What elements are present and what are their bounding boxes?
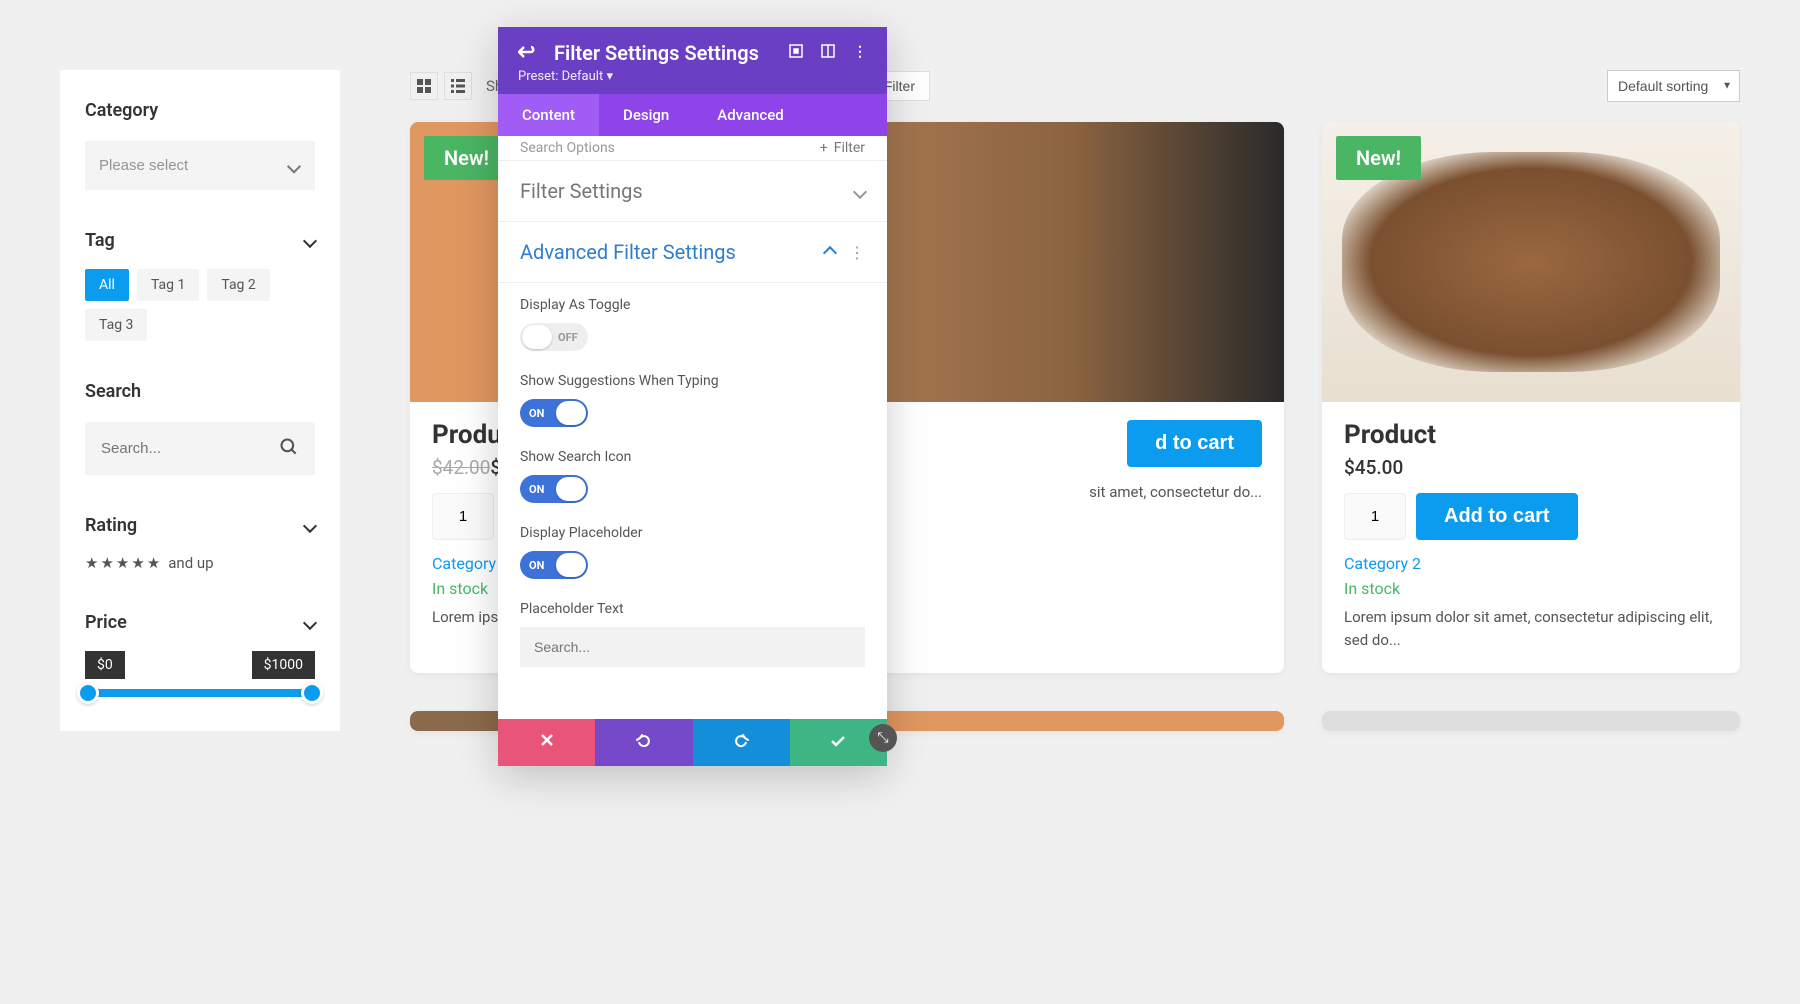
expand-icon[interactable] xyxy=(789,44,803,62)
grid-view-button[interactable] xyxy=(410,72,438,100)
tag-3[interactable]: Tag 3 xyxy=(85,309,147,341)
placeholder-text-input[interactable] xyxy=(520,627,865,667)
star-icon: ★ xyxy=(100,554,113,572)
toggle-display-as-toggle[interactable]: OFF xyxy=(520,323,588,351)
new-badge: New! xyxy=(1336,136,1421,180)
sidebar-search xyxy=(85,422,315,475)
stock-status: In stock xyxy=(1344,579,1718,598)
chevron-down-icon xyxy=(305,613,315,632)
rating-heading-row[interactable]: Rating xyxy=(85,515,315,536)
qty-input[interactable] xyxy=(1344,493,1406,540)
rating-filter[interactable]: ★ ★ ★ ★ ★ and up xyxy=(85,554,315,572)
price-slider[interactable] xyxy=(85,689,315,697)
add-to-cart-button[interactable]: Add to cart xyxy=(1416,493,1578,540)
field-label: Show Suggestions When Typing xyxy=(520,373,865,389)
tab-advanced[interactable]: Advanced xyxy=(693,94,807,136)
qty-input[interactable] xyxy=(432,493,494,540)
field-label: Display As Toggle xyxy=(520,297,865,313)
category-select[interactable]: Please select xyxy=(85,141,315,190)
rating-heading: Rating xyxy=(85,515,137,536)
modal-title: Filter Settings Settings xyxy=(554,41,771,65)
cancel-button[interactable] xyxy=(498,719,595,766)
rating-suffix: and up xyxy=(168,554,213,572)
product-card: New! Product $45.00 Add to cart Category… xyxy=(1322,122,1740,673)
search-heading: Search xyxy=(85,381,315,402)
tab-content[interactable]: Content xyxy=(498,94,599,136)
tab-design[interactable]: Design xyxy=(599,94,693,136)
chevron-down-icon xyxy=(305,231,315,250)
tag-all[interactable]: All xyxy=(85,269,129,301)
slider-handle-max[interactable] xyxy=(301,682,323,704)
star-row: ★ ★ ★ ★ ★ xyxy=(85,554,160,572)
price-min: $0 xyxy=(85,651,125,679)
field-label: Display Placeholder xyxy=(520,525,865,541)
product-image[interactable] xyxy=(866,122,1284,402)
new-badge: New! xyxy=(424,136,509,180)
tag-list: All Tag 1 Tag 2 Tag 3 xyxy=(85,269,315,341)
star-icon: ★ xyxy=(85,554,98,572)
tag-heading-row[interactable]: Tag xyxy=(85,230,315,251)
star-icon: ★ xyxy=(147,554,160,572)
category-link[interactable]: Category 2 xyxy=(1344,554,1718,573)
view-toggle xyxy=(410,72,472,100)
field-label: Show Search Icon xyxy=(520,449,865,465)
sort-select[interactable]: Default sorting xyxy=(1607,70,1740,102)
caret-down-icon: ▾ xyxy=(606,69,613,84)
tag-heading: Tag xyxy=(85,230,115,251)
price-heading: Price xyxy=(85,612,127,633)
product-image[interactable] xyxy=(866,711,1284,731)
resize-handle[interactable]: ⤡ xyxy=(869,724,897,752)
advanced-filter-body: Display As Toggle OFF Show Suggestions W… xyxy=(498,283,887,719)
toggle-show-search-icon[interactable]: ON xyxy=(520,475,588,503)
section-advanced-filter[interactable]: Advanced Filter Settings ⋮ xyxy=(498,222,887,283)
product-desc: Lorem ipsum dolor sit amet, consectetur … xyxy=(1344,606,1718,651)
modal-subheader: Search Options +Filter xyxy=(498,136,887,161)
more-icon[interactable]: ⋮ xyxy=(853,44,867,62)
chevron-up-icon xyxy=(825,243,835,262)
price-heading-row[interactable]: Price xyxy=(85,612,315,633)
slider-handle-min[interactable] xyxy=(77,682,99,704)
shop-sidebar: Category Please select Tag All Tag 1 Tag… xyxy=(60,70,340,731)
field-label: Placeholder Text xyxy=(520,601,865,617)
search-options-label: Search Options xyxy=(520,136,615,160)
tag-1[interactable]: Tag 1 xyxy=(137,269,199,301)
chevron-down-icon xyxy=(305,516,315,535)
modal-header: Filter Settings Settings ⋮ Preset: Defau… xyxy=(498,27,887,94)
star-icon: ★ xyxy=(116,554,129,572)
toggle-display-placeholder[interactable]: ON xyxy=(520,551,588,579)
add-to-cart-button[interactable]: d to cart xyxy=(1127,420,1262,467)
search-icon[interactable] xyxy=(279,437,299,461)
settings-modal: Filter Settings Settings ⋮ Preset: Defau… xyxy=(498,27,887,766)
old-price: $42.00 xyxy=(432,456,490,479)
product-title: Product xyxy=(1344,420,1718,450)
snap-icon[interactable] xyxy=(821,44,835,62)
redo-button[interactable] xyxy=(693,719,790,766)
product-card xyxy=(866,711,1284,731)
modal-footer xyxy=(498,719,887,766)
more-icon[interactable]: ⋮ xyxy=(849,243,865,262)
toggle-show-suggestions[interactable]: ON xyxy=(520,399,588,427)
plus-icon: + xyxy=(820,140,828,156)
product-desc: sit amet, consectetur do... xyxy=(888,481,1262,504)
star-icon: ★ xyxy=(131,554,144,572)
product-card xyxy=(1322,711,1740,731)
modal-tabs: Content Design Advanced xyxy=(498,94,887,136)
product-image[interactable] xyxy=(1322,711,1740,731)
preset-label[interactable]: Preset: Default ▾ xyxy=(518,69,867,84)
new-price: $45.00 xyxy=(1344,456,1403,479)
section-filter-settings[interactable]: Filter Settings xyxy=(498,161,887,222)
chevron-down-icon xyxy=(855,182,865,201)
product-image[interactable]: New! xyxy=(1322,122,1740,402)
add-filter-button[interactable]: +Filter xyxy=(820,136,865,160)
category-heading: Category xyxy=(85,100,315,121)
product-card: d to cart sit amet, consectetur do... xyxy=(866,122,1284,673)
back-icon[interactable] xyxy=(518,44,536,63)
price-max: $1000 xyxy=(252,651,315,679)
tag-2[interactable]: Tag 2 xyxy=(207,269,269,301)
undo-button[interactable] xyxy=(595,719,692,766)
list-view-button[interactable] xyxy=(444,72,472,100)
price-labels: $0 $1000 xyxy=(85,651,315,679)
